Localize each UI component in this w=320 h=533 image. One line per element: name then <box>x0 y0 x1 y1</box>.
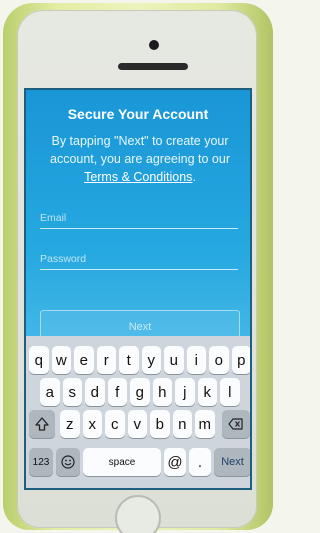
phone-screen: Secure Your Account By tapping "Next" to… <box>24 88 252 490</box>
key-b[interactable]: b <box>150 410 170 438</box>
key-x[interactable]: x <box>82 410 102 438</box>
key-g[interactable]: g <box>130 378 150 406</box>
onscreen-keyboard: q w e r t y u i o p a s d f g h j k l z x c v b n m 123 space @. Next <box>26 336 250 488</box>
key-q[interactable]: q <box>29 346 49 374</box>
key-i[interactable]: i <box>186 346 206 374</box>
key-h[interactable]: h <box>152 378 172 406</box>
space-key[interactable]: space <box>83 448 161 476</box>
key-t[interactable]: t <box>119 346 139 374</box>
key-f[interactable]: f <box>107 378 127 406</box>
password-input[interactable] <box>40 248 238 269</box>
key-e[interactable]: e <box>74 346 94 374</box>
keyboard-next-key[interactable]: Next <box>214 448 250 476</box>
description-text: By tapping "Next" to create your account… <box>50 134 230 166</box>
key-v[interactable]: v <box>127 410 147 438</box>
key-u[interactable]: u <box>164 346 184 374</box>
key-k[interactable]: k <box>197 378 217 406</box>
key-n[interactable]: n <box>172 410 192 438</box>
email-input[interactable] <box>40 207 238 228</box>
front-camera <box>149 40 159 50</box>
key-r[interactable]: r <box>96 346 116 374</box>
key-m[interactable]: m <box>195 410 215 438</box>
page-title: Secure Your Account <box>67 106 209 122</box>
key-d[interactable]: d <box>85 378 105 406</box>
key-l[interactable]: l <box>220 378 240 406</box>
key-s[interactable]: s <box>62 378 82 406</box>
email-field <box>40 207 238 229</box>
earpiece-speaker <box>118 63 188 70</box>
home-button[interactable] <box>115 495 161 533</box>
at-key[interactable]: @ <box>164 448 186 476</box>
secure-account-form: Secure Your Account By tapping "Next" to… <box>26 90 250 350</box>
key-j[interactable]: j <box>175 378 195 406</box>
dot-key[interactable]: . <box>189 448 211 476</box>
emoji-icon <box>61 455 75 469</box>
terms-and-conditions-link[interactable]: Terms & Conditions <box>84 170 192 184</box>
key-w[interactable]: w <box>51 346 71 374</box>
key-o[interactable]: o <box>209 346 229 374</box>
key-z[interactable]: z <box>60 410 80 438</box>
key-y[interactable]: y <box>141 346 161 374</box>
description-period: . <box>192 170 196 184</box>
shift-icon <box>35 417 49 431</box>
shift-key[interactable] <box>29 410 55 438</box>
password-field <box>40 248 238 270</box>
emoji-key[interactable] <box>56 448 80 476</box>
key-a[interactable]: a <box>40 378 60 406</box>
backspace-icon <box>228 418 243 430</box>
backspace-key[interactable] <box>222 410 250 438</box>
key-p[interactable]: p <box>231 346 250 374</box>
terms-description: By tapping "Next" to create your account… <box>34 132 246 186</box>
numbers-key[interactable]: 123 <box>29 448 53 476</box>
key-c[interactable]: c <box>105 410 125 438</box>
